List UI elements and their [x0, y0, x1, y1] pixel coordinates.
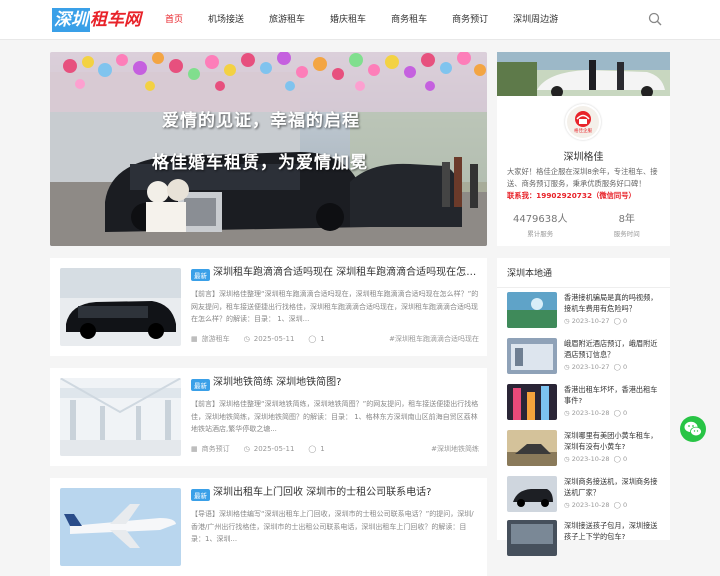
stat-served-label: 累计服务	[527, 230, 554, 238]
sidebar-item-comments: 0	[623, 455, 628, 463]
post-date: 2025-05-11	[253, 445, 295, 453]
sidebar-item[interactable]: 深圳哪里有美团小黄车租车，深圳有没有小黄车? ◷ 2023-10-28 ◯ 0	[507, 430, 664, 468]
stat-years: 8年 服务时间	[584, 210, 671, 240]
sidebar-thumbnail[interactable]	[507, 384, 557, 420]
sidebar-item-title[interactable]: 深圳接送孩子包月，深圳接送孩子上下学的包车?	[564, 520, 664, 542]
post-comments: 1	[320, 335, 325, 343]
sidebar-item-comments: 0	[623, 363, 628, 371]
profile-description: 大家好！格佳企服在深圳8余年，专注租车、接送、商务预订服务，秉承优质服务好口碑！…	[507, 166, 663, 202]
new-badge: 最新	[191, 489, 210, 501]
category-icon: ▦	[191, 445, 198, 453]
sidebar-item-meta: ◷ 2023-10-28 ◯ 0	[564, 501, 628, 509]
hero-banner[interactable]: 爱情的见证，幸福的启程 格佳婚车租赁，为爱情加冕	[50, 52, 487, 246]
sidebar-item-title[interactable]: 深圳哪里有美团小黄车租车，深圳有没有小黄车?	[564, 430, 664, 452]
sidebar-item-title[interactable]: 香港接机骗局是真的吗视频，接机车费用有危险吗？	[564, 292, 664, 314]
post-category[interactable]: 旅游租车	[202, 334, 230, 344]
profile-stats: 4479638人 累计服务 8年 服务时间	[497, 210, 670, 240]
sidebar-thumbnail[interactable]	[507, 476, 557, 512]
post-meta: ▦ 商务预订 ◷ 2025-05-11 ◯ 1 #深圳地铁简练	[191, 444, 479, 454]
sidebar-item[interactable]: 香港出租车坏坏，香港出租车事件? ◷ 2023-10-28 ◯ 0	[507, 384, 664, 422]
sidebar-thumbnail[interactable]	[507, 292, 557, 328]
post-excerpt: 【前言】深圳格佳整理“深圳租车跑滴滴合适吗现在，深圳租车跑滴滴合适吗现在怎么样？…	[191, 290, 479, 323]
nav-nearby-tour[interactable]: 深圳周边游	[504, 0, 567, 40]
site-logo[interactable]: 深圳 租车网	[52, 8, 141, 32]
profile-cover-image	[497, 52, 670, 96]
sidebar-item-meta: ◷ 2023-10-28 ◯ 0	[564, 455, 628, 463]
post-thumbnail[interactable]	[60, 268, 181, 346]
post-comments: 1	[320, 445, 325, 453]
sidebar-item-title[interactable]: 峨眉附近酒店预订，峨眉附近酒店预订信息？	[564, 338, 664, 360]
new-badge: 最新	[191, 269, 210, 281]
nav-business-booking[interactable]: 商务预订	[443, 0, 497, 40]
category-icon: ▦	[191, 335, 198, 343]
comment-icon: ◯	[308, 445, 317, 453]
sidebar-item[interactable]: 深圳接送孩子包月，深圳接送孩子上下学的包车?	[507, 520, 664, 558]
sidebar-item-title[interactable]: 深圳商务接送机，深圳商务接送机厂家？	[564, 476, 664, 498]
banner-subheadline: 格佳婚车租赁，为爱情加冕	[152, 153, 368, 173]
nav-home[interactable]: 首页	[156, 0, 192, 40]
post-thumbnail[interactable]	[60, 378, 181, 456]
post-title[interactable]: 深圳地铁简练 深圳地铁简图?	[213, 376, 478, 390]
clock-icon: ◷	[243, 445, 250, 453]
sidebar-local-news: 深圳本地通 香港接机骗局是真的吗视频，接机车费用有危险吗？ ◷ 2023-10-…	[497, 258, 670, 556]
post-keyword[interactable]: #深圳地铁简练	[431, 444, 479, 454]
nav-wedding[interactable]: 婚庆租车	[321, 0, 375, 40]
post-excerpt: 【导语】深圳格佳编写“深圳出租车上门回收，深圳市的士租公司联系电话？”的提问，深…	[191, 510, 474, 543]
sidebar-item[interactable]: 深圳商务接送机，深圳商务接送机厂家？ ◷ 2023-10-28 ◯ 0	[507, 476, 664, 514]
logo-part1: 深圳	[52, 8, 90, 32]
post-card[interactable]: 最新 深圳出租车上门回收 深圳市的士租公司联系电话? 【导语】深圳格佳编写“深圳…	[50, 478, 487, 576]
main-nav: 首页 机场接送 旅游租车 婚庆租车 商务租车 商务预订 深圳周边游	[156, 0, 574, 40]
profile-desc-text: 大家好！格佳企服在深圳8余年，专注租车、接送、商务预订服务，秉承优质服务好口碑！	[507, 167, 658, 188]
sidebar-item-comments: 0	[623, 409, 628, 417]
post-excerpt: 【前言】深圳格佳整理“深圳地铁简练，深圳地铁简图？”的网友提问，租车接送便捷出行…	[191, 400, 479, 433]
sidebar-item-date: 2023-10-28	[571, 455, 610, 463]
profile-name: 深圳格佳	[563, 152, 604, 163]
sidebar-item-date: 2023-10-27	[571, 317, 610, 325]
new-badge: 最新	[191, 379, 210, 391]
avatar[interactable]: 格佳企服	[565, 104, 601, 140]
sidebar-item-date: 2023-10-27	[571, 363, 610, 371]
post-thumbnail[interactable]	[60, 488, 181, 566]
sidebar-item[interactable]: 峨眉附近酒店预订，峨眉附近酒店预订信息？ ◷ 2023-10-27 ◯ 0	[507, 338, 664, 376]
sidebar-title: 深圳本地通	[497, 258, 670, 288]
sidebar-item-meta: ◷ 2023-10-27 ◯ 0	[564, 363, 628, 371]
site-header: 深圳 租车网 首页 机场接送 旅游租车 婚庆租车 商务租车 商务预订 深圳周边游	[0, 0, 720, 40]
banner-headline: 爱情的见证，幸福的启程	[162, 111, 360, 131]
profile-contact: 联系我：19902920732（微信同号）	[507, 191, 636, 200]
sidebar-thumbnail[interactable]	[507, 520, 557, 556]
post-title[interactable]: 深圳租车跑滴滴合适吗现在 深圳租车跑滴滴合适吗现在怎么样?	[213, 266, 478, 280]
comment-icon: ◯	[308, 335, 317, 343]
wechat-icon	[684, 421, 702, 437]
stat-served: 4479638人 累计服务	[497, 210, 584, 240]
wechat-float-button[interactable]	[680, 416, 706, 442]
nav-business-rental[interactable]: 商务租车	[382, 0, 436, 40]
nav-airport[interactable]: 机场接送	[199, 0, 253, 40]
nav-travel[interactable]: 旅游租车	[260, 0, 314, 40]
sidebar-item-comments: 0	[623, 317, 628, 325]
stat-years-value: 8年	[618, 214, 635, 225]
sidebar-item[interactable]: 香港接机骗局是真的吗视频，接机车费用有危险吗？ ◷ 2023-10-27 ◯ 0	[507, 292, 664, 330]
sidebar-item-date: 2023-10-28	[571, 501, 610, 509]
sidebar-thumbnail[interactable]	[507, 338, 557, 374]
search-icon[interactable]	[648, 12, 662, 26]
sidebar-thumbnail[interactable]	[507, 430, 557, 466]
profile-card: 格佳企服 深圳格佳 大家好！格佳企服在深圳8余年，专注租车、接送、商务预订服务，…	[497, 52, 670, 246]
sidebar-item-date: 2023-10-28	[571, 409, 610, 417]
post-date: 2025-05-11	[253, 335, 295, 343]
avatar-badge-text: 格佳企服	[574, 129, 592, 134]
logo-part2: 租车网	[90, 10, 141, 30]
post-meta: ▦ 旅游租车 ◷ 2025-05-11 ◯ 1 #深圳租车跑滴滴合适吗现在	[191, 334, 479, 344]
sidebar-item-meta: ◷ 2023-10-27 ◯ 0	[564, 317, 628, 325]
stat-served-value: 4479638人	[512, 214, 568, 225]
clock-icon: ◷	[243, 335, 250, 343]
post-category[interactable]: 商务预订	[202, 444, 230, 454]
post-card[interactable]: 最新 深圳租车跑滴滴合适吗现在 深圳租车跑滴滴合适吗现在怎么样? 【前言】深圳格…	[50, 258, 487, 356]
post-title[interactable]: 深圳出租车上门回收 深圳市的士租公司联系电话?	[213, 486, 478, 500]
sidebar-item-comments: 0	[623, 501, 628, 509]
post-keyword[interactable]: #深圳租车跑滴滴合适吗现在	[389, 334, 479, 344]
sidebar-item-meta: ◷ 2023-10-28 ◯ 0	[564, 409, 628, 417]
stat-years-label: 服务时间	[613, 230, 640, 238]
sidebar-item-title[interactable]: 香港出租车坏坏，香港出租车事件?	[564, 384, 664, 406]
post-card[interactable]: 最新 深圳地铁简练 深圳地铁简图? 【前言】深圳格佳整理“深圳地铁简练，深圳地铁…	[50, 368, 487, 466]
